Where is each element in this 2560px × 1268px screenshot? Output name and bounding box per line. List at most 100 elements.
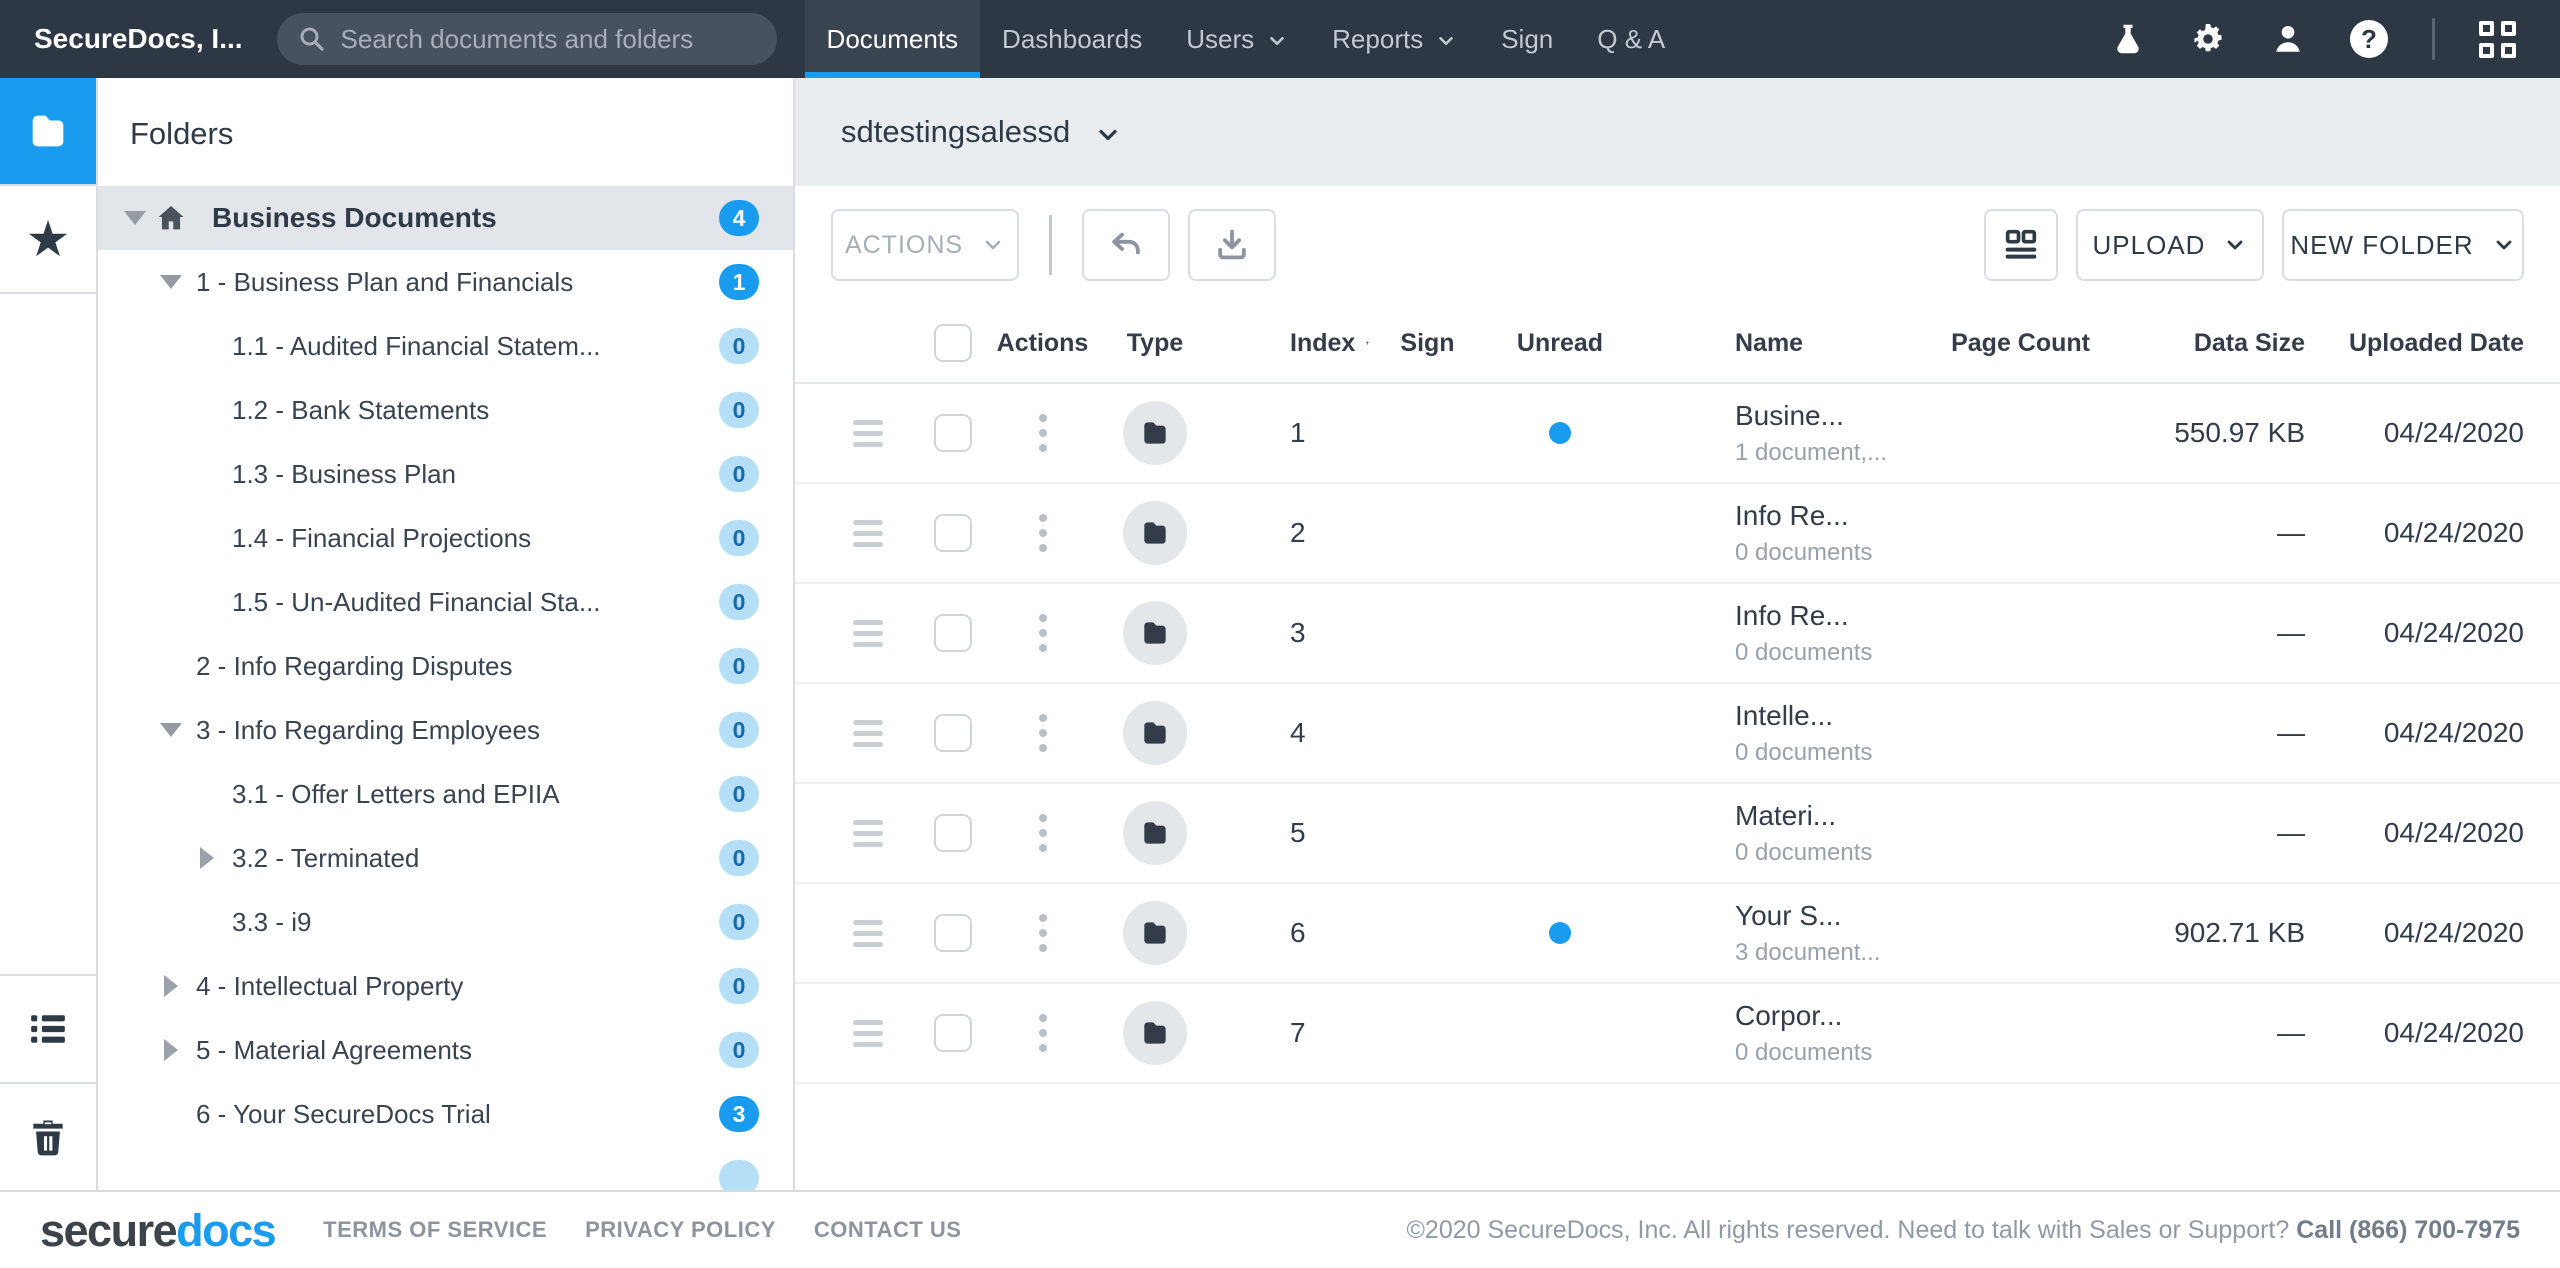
- nav-item-sign[interactable]: Sign: [1479, 0, 1575, 78]
- row-name-link[interactable]: Materi...0 documents: [1635, 800, 1915, 867]
- rail-folders-button[interactable]: [0, 78, 96, 186]
- row-actions-menu[interactable]: [1039, 1014, 1047, 1052]
- tree-item[interactable]: 1.2 - Bank Statements 0: [98, 378, 793, 442]
- tree-item[interactable]: 3.1 - Offer Letters and EPIIA 0: [98, 762, 793, 826]
- drag-handle[interactable]: [853, 720, 883, 747]
- tree-item[interactable]: 6 - Your SecureDocs Trial 3: [98, 1082, 793, 1146]
- nav-item-q-a[interactable]: Q & A: [1575, 0, 1687, 78]
- row-actions-menu[interactable]: [1039, 914, 1047, 952]
- column-header-index[interactable]: Index: [1220, 329, 1370, 358]
- footer-links: TERMS OF SERVICE PRIVACY POLICY CONTACT US: [323, 1217, 961, 1243]
- column-header-type[interactable]: Type: [1090, 329, 1220, 358]
- upload-button[interactable]: UPLOAD: [2076, 209, 2264, 281]
- actions-button[interactable]: ACTIONS: [831, 209, 1019, 281]
- tree-item[interactable]: Business Documents 4: [98, 186, 793, 250]
- select-all-checkbox[interactable]: [934, 324, 972, 362]
- column-header-sign[interactable]: Sign: [1370, 329, 1485, 358]
- new-folder-button[interactable]: NEW FOLDER: [2282, 209, 2524, 281]
- nav-item-documents[interactable]: Documents: [805, 0, 981, 78]
- tree-item[interactable]: 3 - Info Regarding Employees 0: [98, 698, 793, 762]
- nav-item-reports[interactable]: Reports: [1310, 0, 1479, 78]
- tree-item[interactable]: 5 - Material Agreements 0: [98, 1018, 793, 1082]
- footer-link-contact-us[interactable]: CONTACT US: [814, 1217, 962, 1243]
- tree-item[interactable]: 1.4 - Financial Projections 0: [98, 506, 793, 570]
- tree-expand-caret[interactable]: [152, 975, 190, 997]
- row-checkbox[interactable]: [934, 614, 972, 652]
- nav-item-users[interactable]: Users: [1164, 0, 1310, 78]
- row-name-link[interactable]: Corpor...0 documents: [1635, 1000, 1915, 1067]
- tree-expand-caret[interactable]: [152, 275, 190, 289]
- row-uploaded-date: 04/24/2020: [2345, 417, 2560, 449]
- drag-handle[interactable]: [853, 820, 883, 847]
- column-header-data-size[interactable]: Data Size: [2130, 329, 2345, 358]
- row-actions-menu[interactable]: [1039, 414, 1047, 452]
- tree-expand-caret[interactable]: [152, 1039, 190, 1061]
- drag-handle[interactable]: [853, 420, 883, 447]
- toolbar-divider: [1049, 215, 1052, 275]
- lab-flask-icon[interactable]: [2110, 21, 2146, 57]
- tree-item[interactable]: 1.3 - Business Plan 0: [98, 442, 793, 506]
- drag-handle[interactable]: [853, 920, 883, 947]
- row-checkbox[interactable]: [934, 714, 972, 752]
- gear-icon[interactable]: [2190, 21, 2226, 57]
- breadcrumb-room-name[interactable]: sdtestingsalessd: [841, 114, 1070, 150]
- user-icon[interactable]: [2270, 21, 2306, 57]
- global-search[interactable]: [277, 13, 777, 65]
- rail-index-button[interactable]: [0, 974, 96, 1082]
- folder-name: 1.2 - Bank Statements: [232, 395, 489, 426]
- view-toggle-button[interactable]: [1984, 209, 2058, 281]
- securedocs-logo[interactable]: securedocs: [40, 1208, 275, 1253]
- folder-name: 3.1 - Offer Letters and EPIIA: [232, 779, 560, 810]
- home-icon: [154, 201, 206, 235]
- drag-handle[interactable]: [853, 620, 883, 647]
- rail-trash-button[interactable]: [0, 1082, 96, 1190]
- tree-item[interactable]: 3.3 - i9 0: [98, 890, 793, 954]
- undo-button[interactable]: [1082, 209, 1170, 281]
- row-actions-menu[interactable]: [1039, 814, 1047, 852]
- row-checkbox[interactable]: [934, 1014, 972, 1052]
- tree-item[interactable]: 4 - Intellectual Property 0: [98, 954, 793, 1018]
- row-name-link[interactable]: Intelle...0 documents: [1635, 700, 1915, 767]
- rail-starred-button[interactable]: ★: [0, 186, 96, 294]
- folder-tree: Business Documents 4 1 - Business Plan a…: [98, 186, 793, 1190]
- tree-item[interactable]: 3.2 - Terminated 0: [98, 826, 793, 890]
- row-name-link[interactable]: Info Re...0 documents: [1635, 600, 1915, 667]
- row-actions-menu[interactable]: [1039, 714, 1047, 752]
- row-checkbox[interactable]: [934, 414, 972, 452]
- row-uploaded-date: 04/24/2020: [2345, 1017, 2560, 1049]
- help-icon[interactable]: ?: [2350, 20, 2388, 58]
- footer-link-terms-of-service[interactable]: TERMS OF SERVICE: [323, 1217, 547, 1243]
- row-name-link[interactable]: Info Re...0 documents: [1635, 500, 1915, 567]
- drag-handle[interactable]: [853, 520, 883, 547]
- column-header-unread[interactable]: Unread: [1485, 329, 1635, 358]
- account-name[interactable]: SecureDocs, I...: [0, 23, 277, 55]
- chevron-down-icon[interactable]: [1094, 121, 1122, 149]
- column-header-page-count[interactable]: Page Count: [1915, 329, 2130, 358]
- footer: securedocs TERMS OF SERVICE PRIVACY POLIC…: [0, 1190, 2560, 1268]
- row-checkbox[interactable]: [934, 914, 972, 952]
- row-checkbox[interactable]: [934, 514, 972, 552]
- column-header-actions[interactable]: Actions: [995, 329, 1090, 358]
- row-checkbox[interactable]: [934, 814, 972, 852]
- column-header-uploaded-date[interactable]: Uploaded Date: [2345, 329, 2560, 358]
- tree-expand-caret[interactable]: [188, 847, 226, 869]
- apps-grid-icon[interactable]: [2479, 21, 2516, 58]
- tree-expand-caret[interactable]: [152, 723, 190, 737]
- toolbar: ACTIONS: [795, 186, 2560, 304]
- search-input[interactable]: [341, 24, 757, 55]
- tree-expand-caret[interactable]: [116, 211, 154, 225]
- row-name-link[interactable]: Your S...3 document...: [1635, 900, 1915, 967]
- download-button[interactable]: [1188, 209, 1276, 281]
- row-actions-menu[interactable]: [1039, 614, 1047, 652]
- row-name-link[interactable]: Busine...1 document,...: [1635, 400, 1915, 467]
- tree-item[interactable]: 1.1 - Audited Financial Statem... 0: [98, 314, 793, 378]
- folder-count-badge: 0: [719, 968, 759, 1004]
- row-actions-menu[interactable]: [1039, 514, 1047, 552]
- tree-item[interactable]: 1 - Business Plan and Financials 1: [98, 250, 793, 314]
- tree-item[interactable]: 1.5 - Un-Audited Financial Sta... 0: [98, 570, 793, 634]
- drag-handle[interactable]: [853, 1020, 883, 1047]
- nav-item-dashboards[interactable]: Dashboards: [980, 0, 1164, 78]
- footer-link-privacy-policy[interactable]: PRIVACY POLICY: [585, 1217, 776, 1243]
- column-header-name[interactable]: Name: [1635, 329, 1915, 358]
- tree-item[interactable]: 2 - Info Regarding Disputes 0: [98, 634, 793, 698]
